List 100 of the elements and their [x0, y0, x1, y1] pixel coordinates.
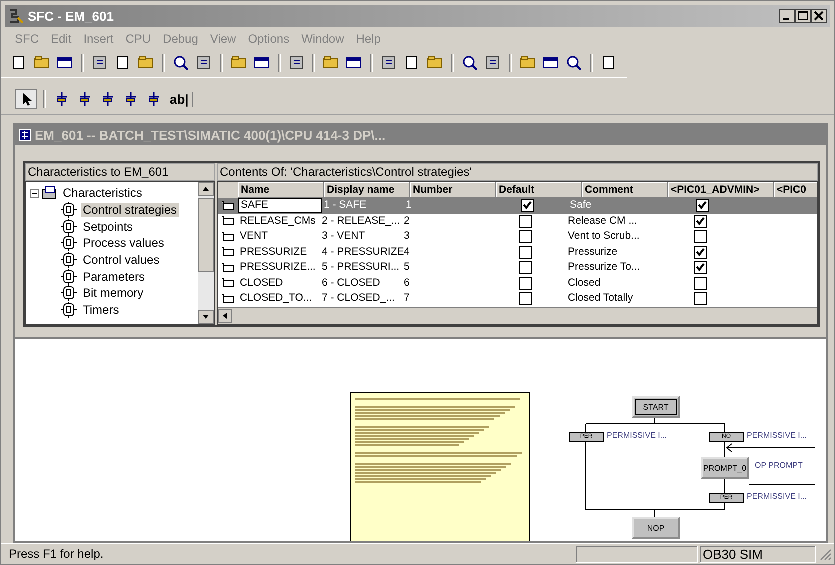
- module-icon: [60, 218, 78, 235]
- strategy-icon: [221, 216, 235, 226]
- folder-icon: [42, 186, 58, 200]
- scrollbar[interactable]: [218, 307, 817, 324]
- module-icon: [60, 202, 78, 218]
- tree-item[interactable]: Bit memory: [81, 286, 146, 300]
- table-row[interactable]: PRESSURIZE 4 - PRESSURIZE4 Pressurize: [218, 244, 817, 260]
- status-text: Press F1 for help.: [9, 547, 105, 561]
- table-cell-text: Pressurize To...: [567, 260, 642, 275]
- module-icon: [60, 285, 78, 302]
- tree-item[interactable]: Parameters: [81, 270, 148, 284]
- module-icon: [60, 268, 78, 285]
- column-header[interactable]: <PIC01_ADVMIN>: [668, 182, 774, 198]
- checkbox[interactable]: [518, 261, 532, 274]
- strategy-icon: [221, 200, 235, 211]
- checkbox[interactable]: [518, 276, 532, 290]
- strategy-icon: [221, 278, 235, 288]
- maximize-icon[interactable]: [795, 9, 811, 23]
- resize-grip-icon[interactable]: [818, 547, 832, 561]
- collapse-icon[interactable]: [30, 188, 39, 198]
- table-cell-text: 3 - VENT: [321, 229, 366, 244]
- column-header[interactable]: Display name: [324, 182, 410, 198]
- step-block[interactable]: START: [632, 396, 680, 418]
- checkbox[interactable]: [520, 199, 534, 212]
- minimize-icon[interactable]: [779, 9, 795, 23]
- table-cell-text: 6: [403, 276, 411, 290]
- status-mode: OB30 SIM: [700, 546, 816, 562]
- table-row[interactable]: CLOSED_TO... 7 - CLOSED_... 7 Closed Totally: [218, 291, 817, 306]
- table-cell-text: Closed: [567, 276, 602, 290]
- table-cell-text: 5: [403, 260, 411, 275]
- tree-item[interactable]: Control strategies: [81, 203, 180, 218]
- tree-item[interactable]: Characteristics: [61, 186, 144, 200]
- table-cell-text: 7: [403, 291, 411, 306]
- scrollbar[interactable]: [198, 182, 214, 324]
- table-row[interactable]: PRESSURIZE... 5 - PRESSURI... 5 Pressurize To...: [218, 260, 817, 276]
- column-header[interactable]: Default: [496, 182, 582, 198]
- table-cell-text: PRESSURIZE...: [239, 260, 317, 275]
- table-cell-text: 1 - SAFE: [323, 198, 368, 213]
- step-block[interactable]: NOP: [632, 517, 680, 539]
- pane-header: Contents Of: 'Characteristics\Control strategies': [217, 163, 818, 181]
- table-cell-text: Release CM ...: [567, 214, 638, 228]
- app-icon: [8, 8, 24, 24]
- column-header[interactable]: Comment: [582, 182, 668, 198]
- checkbox[interactable]: [518, 214, 532, 228]
- window-title: SFC - EM_601: [28, 8, 114, 24]
- module-icon: [60, 302, 78, 318]
- checkbox[interactable]: [694, 214, 706, 228]
- table-row[interactable]: VENT 3 - VENT 3 Vent to Scrub...: [218, 229, 817, 244]
- table-cell-text: 3: [403, 229, 411, 244]
- text-tool-button[interactable]: ab|: [167, 92, 193, 106]
- tree-item[interactable]: Timers: [81, 303, 122, 318]
- scroll-left-icon[interactable]: [218, 309, 232, 323]
- diagram-label: PERMISSIVE I...: [607, 431, 668, 440]
- module-icon: [60, 252, 78, 268]
- table-cell-text: RELEASE_CMs: [239, 214, 317, 228]
- checkbox[interactable]: [694, 261, 706, 274]
- table-cell-text: 4: [404, 244, 411, 260]
- scroll-up-icon[interactable]: [198, 182, 214, 196]
- table-cell-text: Closed Totally: [567, 291, 634, 306]
- table-cell-text: Vent to Scrub...: [567, 229, 641, 244]
- diagram-label: PERMISSIVE I...: [747, 492, 808, 501]
- table-row[interactable]: RELEASE_CMs 2 - RELEASE_... 2 Release CM ...: [218, 214, 817, 229]
- tree-item[interactable]: Setpoints: [81, 220, 136, 234]
- checkbox[interactable]: [518, 292, 532, 306]
- table-cell-text: 7 - CLOSED_...: [321, 291, 396, 306]
- table-cell-text: CLOSED: [239, 276, 284, 290]
- checkbox[interactable]: [518, 230, 532, 244]
- table-row[interactable]: SAFE 1 - SAFE 1 Safe: [218, 198, 817, 214]
- diagram-label: PERMISSIVE I...: [747, 431, 808, 440]
- scroll-down-icon[interactable]: [198, 310, 214, 324]
- tree-item[interactable]: Control values: [81, 253, 162, 268]
- strategy-icon: [221, 247, 235, 258]
- checkbox[interactable]: [696, 199, 708, 212]
- table-cell-text: PRESSURIZE: [239, 244, 308, 260]
- column-header[interactable]: Name: [238, 182, 324, 198]
- table-cell: SAFE: [238, 198, 322, 213]
- checkbox[interactable]: [694, 230, 706, 244]
- table-cell-text: 1: [405, 198, 413, 213]
- checkbox[interactable]: [518, 246, 532, 259]
- table-row[interactable]: CLOSED 6 - CLOSED 6 Closed: [218, 276, 817, 291]
- strategy-icon: [221, 262, 235, 273]
- sfc-icon: [19, 129, 31, 141]
- table-cell-text: Pressurize: [567, 244, 619, 260]
- strategy-icon: [221, 232, 235, 242]
- checkbox[interactable]: [694, 276, 706, 290]
- table-cell-text: Safe: [569, 198, 593, 213]
- column-header[interactable]: Number: [410, 182, 496, 198]
- step-block[interactable]: PROMPT_0: [701, 457, 749, 479]
- checkbox[interactable]: [694, 292, 706, 306]
- checkbox[interactable]: [694, 246, 706, 259]
- table-cell-text: 2: [403, 214, 411, 228]
- pane-header: Characteristics to EM_601: [25, 163, 215, 181]
- close-icon[interactable]: [811, 9, 827, 23]
- diagram-label: OP PROMPT: [755, 461, 803, 470]
- strategy-icon: [221, 294, 235, 304]
- pointer-icon[interactable]: [15, 89, 37, 109]
- table-cell-text: 4 - PRESSURIZE: [321, 244, 402, 260]
- table-cell-text: 6 - CLOSED: [321, 276, 382, 290]
- table-cell-text: VENT: [239, 229, 270, 244]
- tree-item[interactable]: Process values: [81, 236, 166, 250]
